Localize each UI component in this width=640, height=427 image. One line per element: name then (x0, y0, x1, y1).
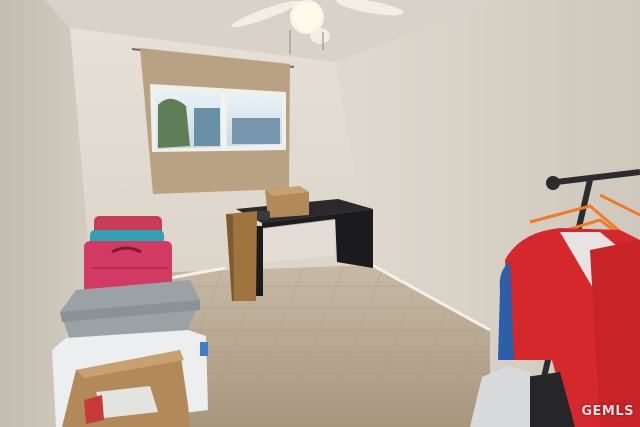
room-photo: GEMLS (0, 0, 640, 427)
watermark-logo: GEMLS (581, 404, 634, 419)
suitcases (84, 216, 172, 294)
room-illustration (0, 0, 640, 427)
window (131, 48, 295, 194)
